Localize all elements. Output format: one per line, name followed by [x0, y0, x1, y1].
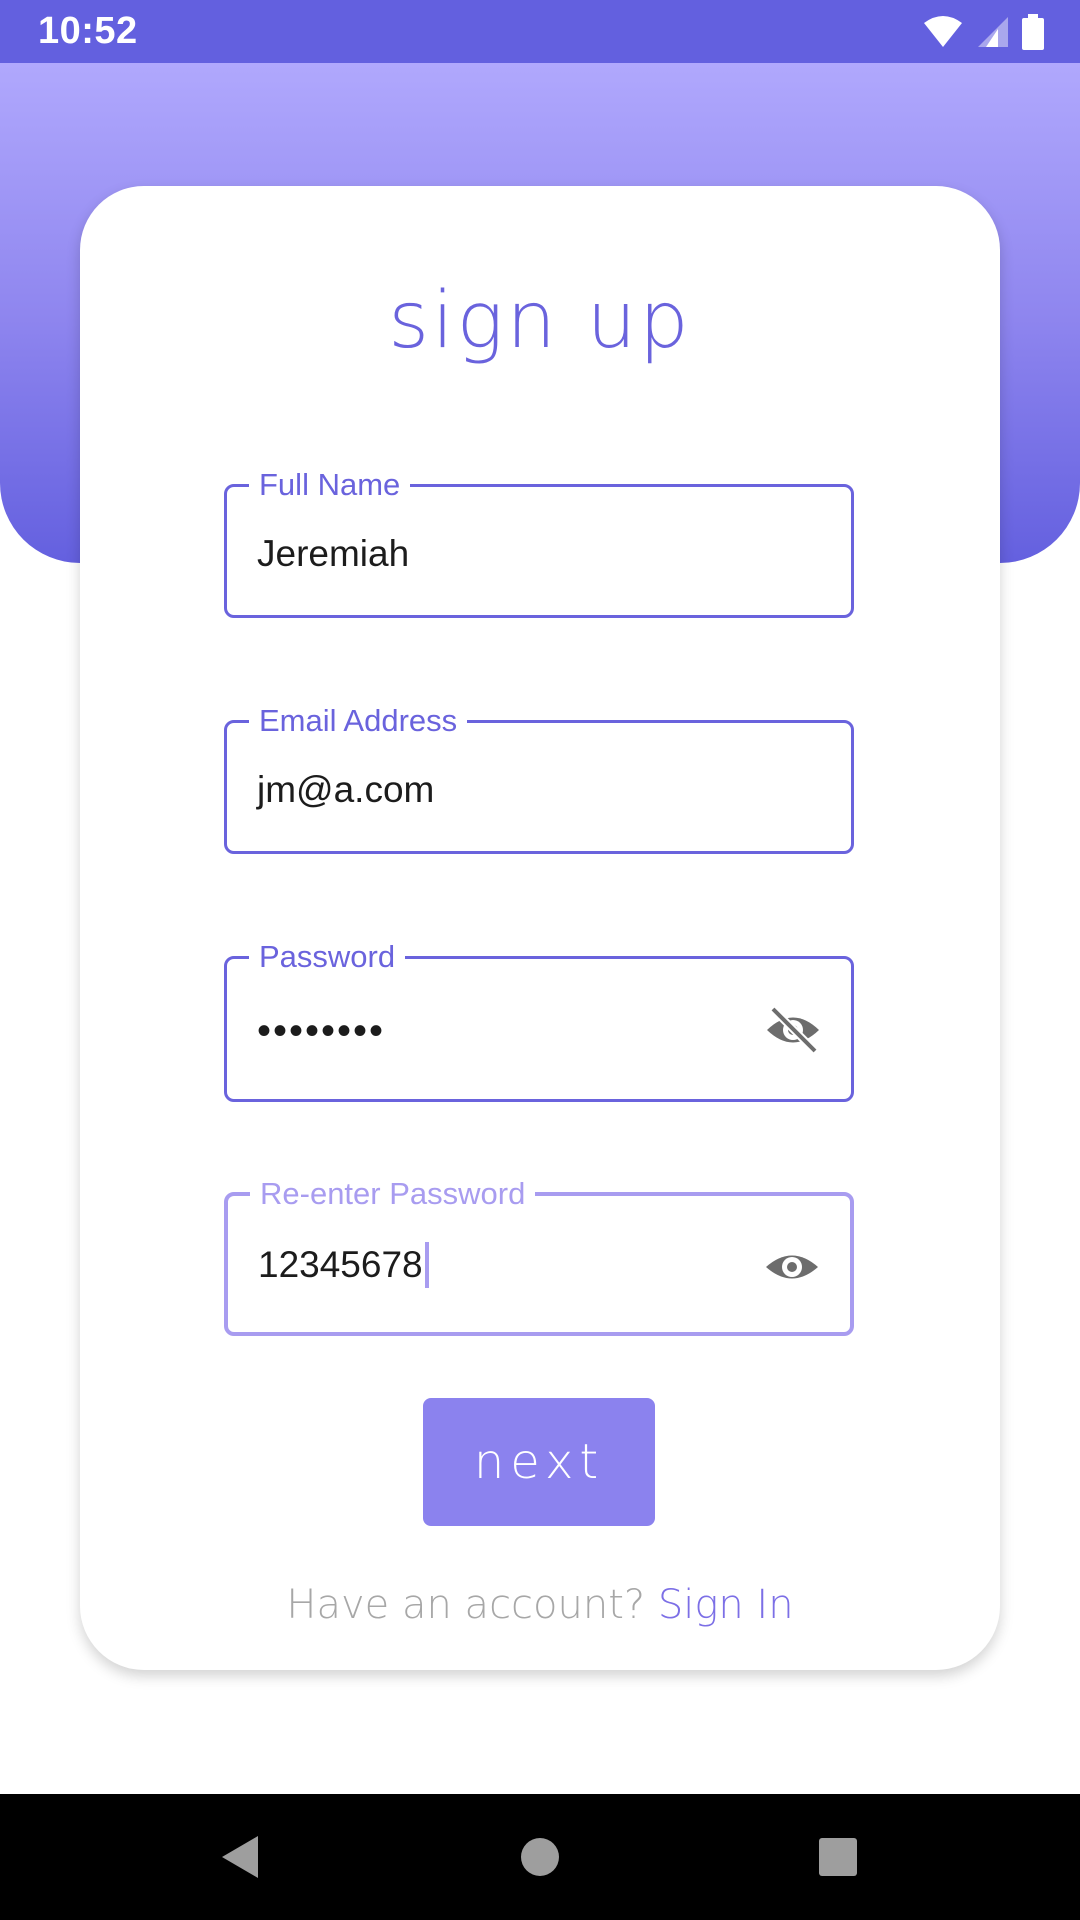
- navigation-bar: [0, 1794, 1080, 1920]
- status-time: 10:52: [38, 10, 138, 52]
- reenter-password-field[interactable]: Re-enter Password 12345678: [224, 1174, 854, 1336]
- email-value: jm@a.com: [257, 769, 435, 810]
- home-icon[interactable]: [515, 1832, 565, 1882]
- password-field[interactable]: Password ••••••••: [224, 937, 854, 1102]
- full-name-value: Jeremiah: [257, 533, 410, 574]
- sign-in-prompt: Have an account? Sign In: [80, 1582, 1000, 1628]
- password-value: ••••••••: [257, 1009, 386, 1053]
- next-button[interactable]: next: [423, 1398, 655, 1526]
- sign-in-link[interactable]: Sign In: [658, 1582, 794, 1628]
- recents-icon[interactable]: [813, 1832, 863, 1882]
- reenter-password-input: 12345678: [258, 1242, 429, 1288]
- text-caret: [424, 1242, 429, 1288]
- status-icons: [922, 13, 1044, 50]
- email-field[interactable]: Email Address jm@a.com: [224, 701, 854, 854]
- full-name-label: Full Name: [249, 465, 411, 505]
- signup-card: sign up Full Name Jeremiah Email Address…: [80, 186, 1000, 1670]
- wifi-icon: [924, 15, 962, 47]
- full-name-field[interactable]: Full Name Jeremiah: [224, 465, 854, 618]
- password-label: Password: [249, 937, 406, 977]
- back-icon[interactable]: [216, 1832, 266, 1882]
- reenter-password-label: Re-enter Password: [250, 1174, 536, 1214]
- email-label: Email Address: [249, 701, 468, 741]
- eye-icon[interactable]: [762, 1242, 822, 1292]
- status-bar: 10:52: [0, 0, 1080, 63]
- battery-icon: [1022, 13, 1044, 50]
- sign-in-prompt-text: Have an account?: [286, 1582, 646, 1628]
- page-title: sign up: [388, 276, 692, 366]
- eye-off-icon[interactable]: [763, 1005, 823, 1055]
- reenter-password-value: 12345678: [258, 1244, 423, 1285]
- signal-icon: [978, 16, 1008, 47]
